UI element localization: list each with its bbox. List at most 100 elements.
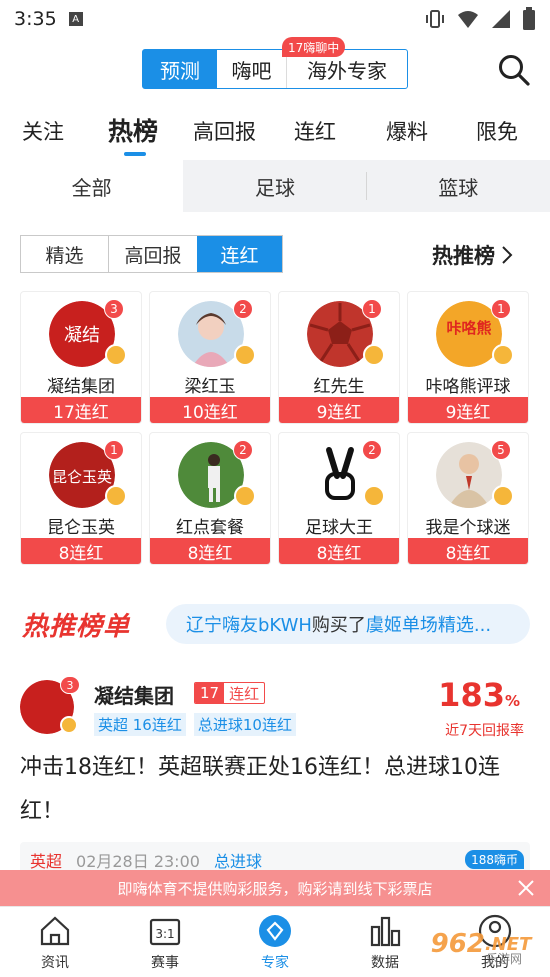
avatar-text: 凝结: [64, 325, 100, 346]
expert-name: 红点套餐: [176, 518, 244, 538]
expert-name: 足球大王: [305, 518, 373, 538]
expert-name: 昆仑玉英: [47, 518, 115, 538]
status-icons: [424, 7, 536, 31]
expert-streak: 9连红: [408, 397, 528, 423]
tab-hot[interactable]: 热榜: [108, 112, 158, 148]
filter-selected[interactable]: 精选: [21, 236, 109, 272]
expert-card[interactable]: 5 我是个球迷 8连红: [407, 432, 529, 565]
avatar-text: 昆仑玉英: [52, 468, 112, 486]
rank-badge: 5: [491, 440, 511, 460]
post-streak-badge: 17 连红: [194, 682, 266, 704]
expert-card[interactable]: 凝结 3 凝结集团 17连红: [20, 291, 142, 424]
tab-follow[interactable]: 关注: [22, 116, 64, 146]
post-text: 冲击18连红！英超联赛正处16连红！总进球10连红！: [20, 755, 500, 824]
rank-badge: 1: [104, 440, 124, 460]
subtab-football[interactable]: 足球: [183, 160, 367, 212]
nav-matches[interactable]: 3:1 赛事: [110, 907, 220, 977]
expert-streak: 9连红: [279, 397, 399, 423]
expert-streak: 8连红: [21, 538, 141, 564]
chatting-badge: 17嗨聊中: [282, 37, 346, 57]
purchase-ticker[interactable]: 辽宁嗨友bKWH 购买了 虞姬单场精选...: [166, 604, 530, 644]
battery-icon: [523, 7, 535, 30]
ticker-item: 虞姬单场精选...: [365, 615, 492, 636]
expert-name: 红先生: [313, 377, 365, 397]
post-expert-name: 凝结集团: [94, 684, 174, 708]
signal-icon: [492, 10, 510, 28]
match-time: 02月28日 23:00: [76, 852, 200, 871]
expert-card[interactable]: 咔咯熊 1 咔咯熊评球 9连红: [407, 291, 529, 424]
crown-icon: [234, 344, 256, 366]
crown-icon: [492, 344, 514, 366]
subtab-basketball[interactable]: 篮球: [367, 160, 550, 212]
rank-badge: 3: [104, 299, 124, 319]
watermark-site: 乐游网: [486, 952, 523, 966]
return-rate-label: 近7天回报率: [445, 723, 524, 739]
hot-list-header: 热推榜单 辽宁嗨友bKWH 购买了 虞姬单场精选...: [0, 596, 550, 656]
post-tag: 总进球10连红: [193, 713, 296, 736]
expert-streak: 8连红: [279, 538, 399, 564]
filter-streak[interactable]: 连红: [197, 236, 282, 272]
wifi-icon: [458, 11, 478, 28]
hot-recommend-label: 热推榜: [432, 244, 495, 268]
expert-name: 凝结集团: [47, 377, 115, 397]
svg-text:3:1: 3:1: [155, 927, 174, 941]
sport-subtabs: 全部 足球 篮球: [0, 160, 550, 212]
crown-icon: [60, 716, 78, 734]
segment-hi-bar[interactable]: 嗨吧: [217, 50, 287, 88]
expert-streak: 17连红: [21, 397, 141, 423]
status-bar: 3:35 A: [0, 0, 550, 38]
expert-card[interactable]: 2 红点套餐 8连红: [149, 432, 271, 565]
tab-high-return[interactable]: 高回报: [193, 116, 256, 146]
nav-experts-label: 专家: [261, 955, 289, 971]
nav-experts[interactable]: 专家: [220, 907, 330, 977]
vibrate-icon: [426, 10, 444, 28]
tab-free[interactable]: 限免: [476, 116, 518, 146]
hot-recommend-link[interactable]: 热推榜: [432, 240, 513, 270]
expert-name: 我是个球迷: [425, 518, 511, 538]
match-bet-type: 总进球: [213, 852, 262, 871]
expert-card[interactable]: 2 梁红玉 10连红: [149, 291, 271, 424]
bar-chart-icon: [370, 916, 401, 947]
rank-badge: 2: [233, 299, 253, 319]
tab-streak[interactable]: 连红: [294, 116, 336, 146]
subtab-all[interactable]: 全部: [0, 160, 184, 212]
site-watermark: 962 .NET 乐游网: [416, 920, 546, 968]
close-icon[interactable]: [516, 878, 536, 898]
price-badge: 188嗨币: [465, 850, 524, 869]
subtab-all-label: 全部: [71, 175, 112, 200]
crown-icon: [105, 344, 127, 366]
active-tab-indicator: [124, 152, 146, 156]
post-tags: 英超 16连红 总进球10连红: [94, 713, 296, 736]
match-league: 英超: [30, 852, 63, 871]
top-segmented-control: 预测 嗨吧 海外专家: [142, 49, 408, 89]
ticker-user: 辽宁嗨友bKWH: [186, 615, 312, 636]
subtab-basketball-label: 篮球: [438, 175, 479, 200]
subtab-football-label: 足球: [254, 175, 295, 200]
crown-icon: [363, 344, 385, 366]
expert-name: 梁红玉: [184, 377, 236, 397]
expert-streak: 8连红: [150, 538, 270, 564]
nav-news[interactable]: 资讯: [0, 907, 110, 977]
expert-card[interactable]: 2 足球大王 8连红: [278, 432, 400, 565]
return-rate: 183%: [438, 676, 520, 714]
expert-streak: 10连红: [150, 397, 270, 423]
rank-badge: 2: [362, 440, 382, 460]
avatar-text: 咔咯熊: [446, 319, 491, 337]
return-rate-value: 183: [438, 676, 505, 714]
expert-card[interactable]: 1 红先生 9连红: [278, 291, 400, 424]
crown-icon: [105, 485, 127, 507]
notification-a-icon: A: [68, 12, 83, 26]
notice-text: 即嗨体育不提供购彩服务，购彩请到线下彩票店: [117, 879, 433, 898]
rank-badge: 1: [491, 299, 511, 319]
tab-scoop[interactable]: 爆料: [386, 116, 428, 146]
segment-predict[interactable]: 预测: [143, 50, 217, 88]
filter-high-return[interactable]: 高回报: [109, 236, 197, 272]
scoreboard-icon: 3:1: [149, 918, 181, 946]
nav-matches-label: 赛事: [151, 955, 179, 971]
crown-icon: [234, 485, 256, 507]
expert-card[interactable]: 昆仑玉英 1 昆仑玉英 8连红: [20, 432, 142, 565]
search-icon[interactable]: [497, 53, 531, 87]
crown-icon: [363, 485, 385, 507]
nav-news-label: 资讯: [41, 955, 69, 971]
watermark-brand: 962: [430, 929, 485, 959]
